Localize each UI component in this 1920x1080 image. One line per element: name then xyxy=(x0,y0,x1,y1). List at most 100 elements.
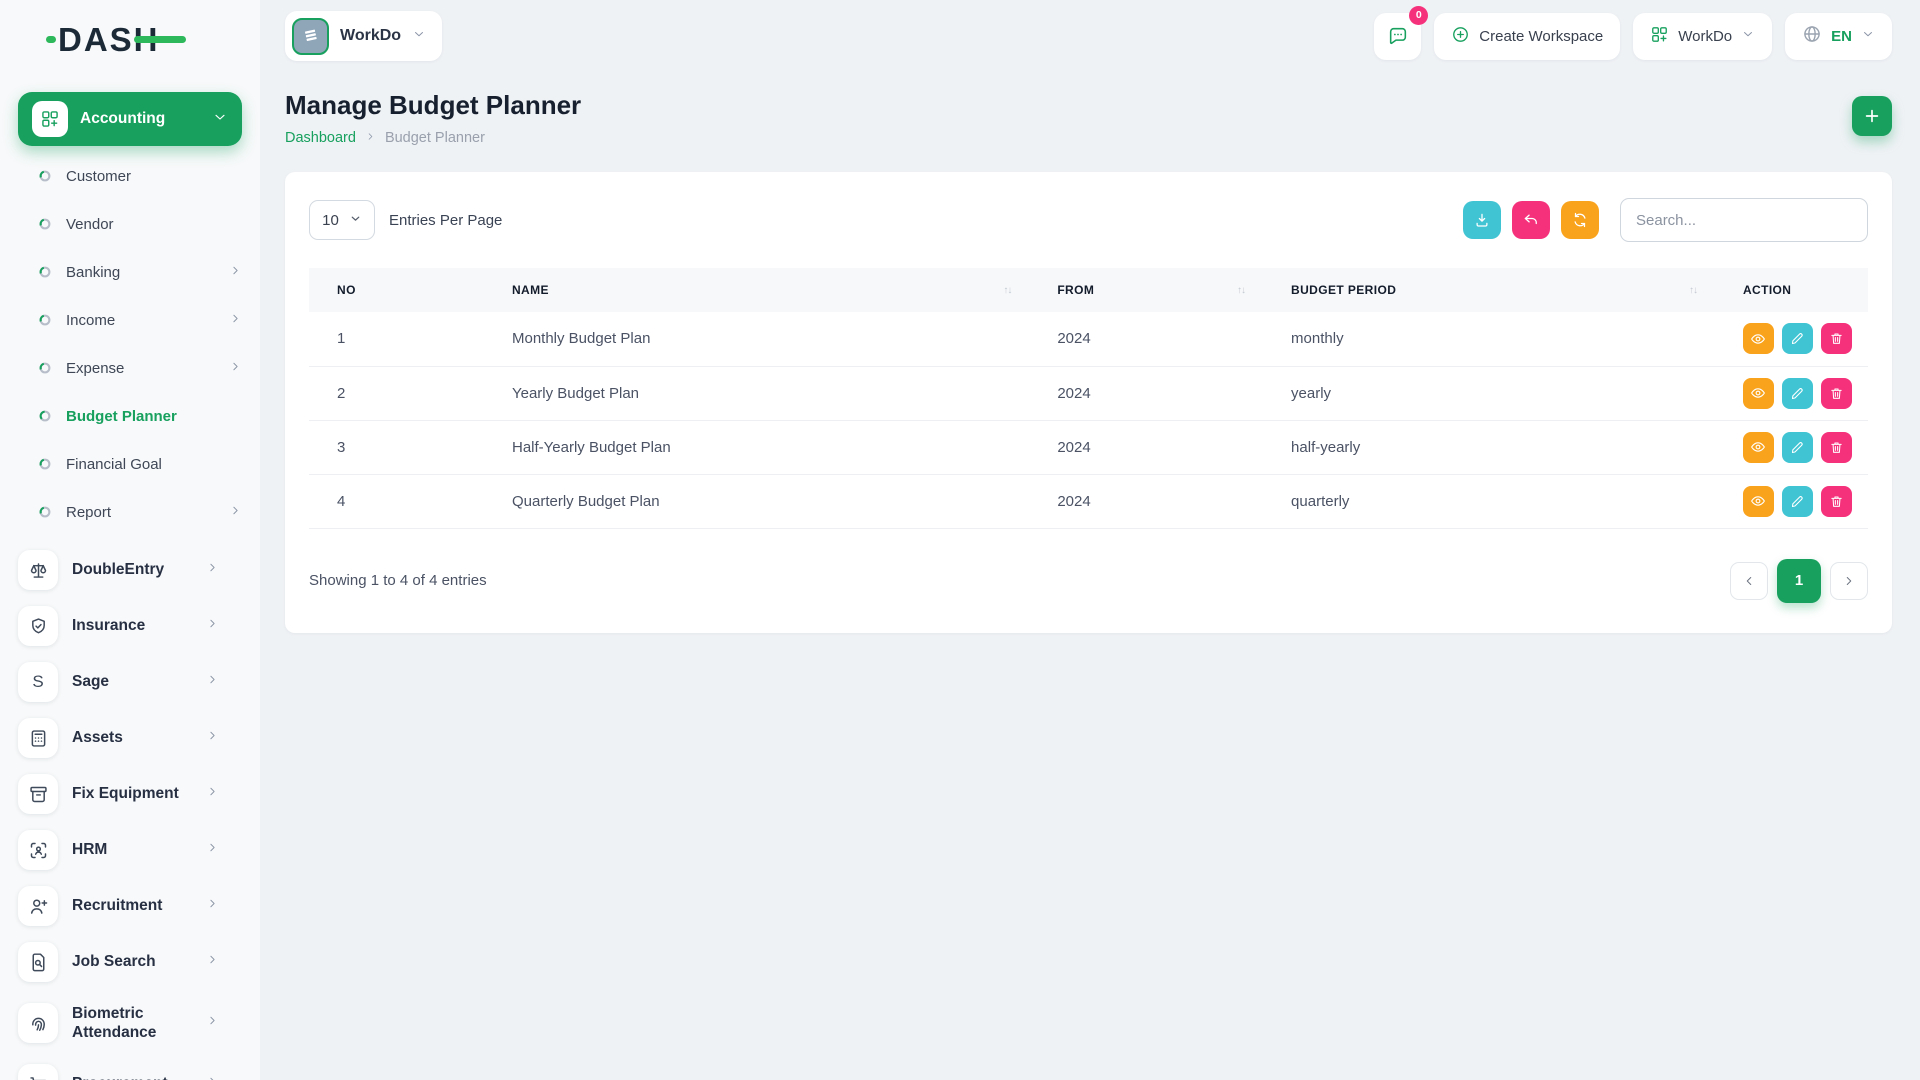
sidebar-item-income[interactable]: Income xyxy=(38,296,242,344)
sidebar-item-insurance[interactable]: Insurance xyxy=(18,598,242,654)
edit-button[interactable] xyxy=(1782,432,1813,463)
chevron-down-icon xyxy=(1861,27,1875,45)
view-button[interactable] xyxy=(1743,432,1774,463)
chevron-right-icon xyxy=(206,617,219,635)
cell-name: Yearly Budget Plan xyxy=(496,366,1041,420)
view-button[interactable] xyxy=(1743,486,1774,517)
sidebar-item-doubleentry[interactable]: DoubleEntry xyxy=(18,542,242,598)
cell-period: half-yearly xyxy=(1275,420,1727,474)
create-budget-button[interactable] xyxy=(1852,96,1892,136)
entries-per-page-select[interactable]: 10 xyxy=(309,200,375,240)
sidebar-item-job-search[interactable]: Job Search xyxy=(18,934,242,990)
view-button[interactable] xyxy=(1743,323,1774,354)
view-button[interactable] xyxy=(1743,378,1774,409)
sidebar: DASH Accounting Customer Vendor xyxy=(0,0,260,1080)
column-header-name[interactable]: NAME↑↓ xyxy=(496,268,1041,312)
pencil-icon xyxy=(1790,386,1805,401)
download-icon xyxy=(1473,211,1491,229)
sidebar-item-expense[interactable]: Expense xyxy=(38,344,242,392)
accounting-submenu: Customer Vendor Banking Income Expense xyxy=(18,152,242,536)
column-header-no: NO xyxy=(309,268,496,312)
sidebar-item-biometric-attendance[interactable]: Biometric Attendance xyxy=(18,990,242,1056)
grid-plus-icon xyxy=(1650,25,1669,48)
plus-circle-icon xyxy=(1451,25,1470,48)
breadcrumb-dashboard-link[interactable]: Dashboard xyxy=(285,130,356,146)
entries-summary: Showing 1 to 4 of 4 entries xyxy=(309,572,487,589)
refresh-icon xyxy=(1571,211,1589,229)
fingerprint-icon xyxy=(18,1003,58,1043)
sidebar-modules: DoubleEntry Insurance S Sage Assets xyxy=(18,542,242,1080)
sidebar-item-financial-goal[interactable]: Financial Goal xyxy=(38,440,242,488)
cell-no: 4 xyxy=(309,474,496,528)
trash-icon xyxy=(1829,440,1844,455)
messenger-button[interactable]: 0 xyxy=(1374,13,1421,60)
sidebar-item-fix-equipment[interactable]: Fix Equipment xyxy=(18,766,242,822)
sidebar-item-banking[interactable]: Banking xyxy=(38,248,242,296)
cell-name: Quarterly Budget Plan xyxy=(496,474,1041,528)
delete-button[interactable] xyxy=(1821,323,1852,354)
column-header-action: ACTION xyxy=(1727,268,1868,312)
language-selector[interactable]: EN xyxy=(1785,13,1892,60)
sidebar-item-customer[interactable]: Customer xyxy=(38,152,242,200)
cell-from: 2024 xyxy=(1041,420,1275,474)
delete-button[interactable] xyxy=(1821,486,1852,517)
pencil-icon xyxy=(1790,331,1805,346)
chevron-right-icon xyxy=(229,312,242,329)
chevron-right-icon xyxy=(206,729,219,747)
search-input[interactable] xyxy=(1620,198,1868,242)
workspace-avatar xyxy=(292,18,329,55)
message-count-badge: 0 xyxy=(1409,6,1428,25)
chevron-down-icon xyxy=(412,27,426,46)
ring-icon xyxy=(38,169,52,183)
sidebar-item-accounting[interactable]: Accounting xyxy=(18,92,242,146)
workspace-selector[interactable]: WorkDo xyxy=(285,11,442,61)
pagination-next-button[interactable] xyxy=(1830,562,1868,600)
table-header-row: NO NAME↑↓ FROM↑↓ BUDGET PERIOD↑↓ ACTION xyxy=(309,268,1868,312)
sidebar-item-recruitment[interactable]: Recruitment xyxy=(18,878,242,934)
delete-button[interactable] xyxy=(1821,432,1852,463)
edit-button[interactable] xyxy=(1782,323,1813,354)
create-workspace-button[interactable]: Create Workspace xyxy=(1434,13,1620,60)
document-search-icon xyxy=(18,942,58,982)
sidebar-item-sage[interactable]: S Sage xyxy=(18,654,242,710)
sidebar-item-assets[interactable]: Assets xyxy=(18,710,242,766)
sort-icon: ↑↓ xyxy=(1237,285,1259,296)
chevron-right-icon xyxy=(1842,574,1856,588)
archive-box-icon xyxy=(18,774,58,814)
logo-accent-bar xyxy=(134,36,186,43)
cell-no: 3 xyxy=(309,420,496,474)
sidebar-item-hrm[interactable]: HRM xyxy=(18,822,242,878)
scales-icon xyxy=(18,550,58,590)
workspace-menu-button[interactable]: WorkDo xyxy=(1633,13,1772,60)
edit-button[interactable] xyxy=(1782,378,1813,409)
delete-button[interactable] xyxy=(1821,378,1852,409)
chevron-right-icon xyxy=(229,360,242,377)
column-header-budget-period[interactable]: BUDGET PERIOD↑↓ xyxy=(1275,268,1727,312)
eye-icon xyxy=(1750,439,1766,455)
cart-icon xyxy=(18,1064,58,1080)
breadcrumb-current: Budget Planner xyxy=(385,130,485,146)
topbar: WorkDo 0 Create Workspace WorkDo EN xyxy=(285,0,1892,72)
table-row: 2 Yearly Budget Plan 2024 yearly xyxy=(309,366,1868,420)
sidebar-item-vendor[interactable]: Vendor xyxy=(38,200,242,248)
budget-planner-card: 10 Entries Per Page xyxy=(285,172,1892,633)
chevron-right-icon xyxy=(206,673,219,691)
column-header-from[interactable]: FROM↑↓ xyxy=(1041,268,1275,312)
sort-icon: ↑↓ xyxy=(1689,285,1711,296)
export-button[interactable] xyxy=(1463,201,1501,239)
pagination-page-1-button[interactable]: 1 xyxy=(1777,559,1821,603)
sidebar-item-procurement[interactable]: Procurement xyxy=(18,1056,242,1080)
shield-check-icon xyxy=(18,606,58,646)
reset-button[interactable] xyxy=(1512,201,1550,239)
pagination-prev-button[interactable] xyxy=(1730,562,1768,600)
chevron-down-icon xyxy=(1741,27,1755,45)
cell-name: Monthly Budget Plan xyxy=(496,312,1041,366)
ring-icon xyxy=(38,265,52,279)
sidebar-item-report[interactable]: Report xyxy=(38,488,242,536)
accounting-grid-icon xyxy=(32,101,68,137)
sidebar-item-budget-planner[interactable]: Budget Planner xyxy=(38,392,242,440)
refresh-button[interactable] xyxy=(1561,201,1599,239)
edit-button[interactable] xyxy=(1782,486,1813,517)
app-logo[interactable]: DASH xyxy=(0,0,260,80)
ring-icon xyxy=(38,217,52,231)
